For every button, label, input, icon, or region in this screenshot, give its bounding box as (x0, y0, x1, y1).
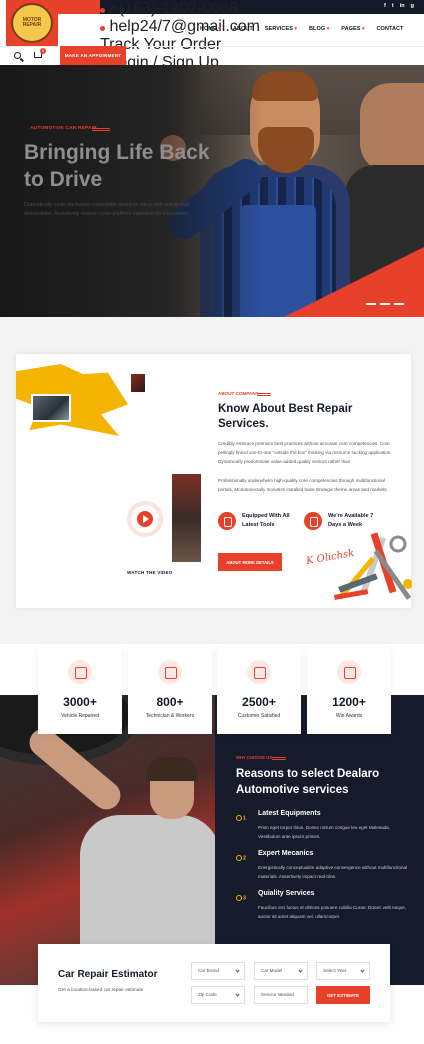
garage-thumbnail (131, 374, 145, 392)
reason-number: 2 (236, 855, 246, 861)
stat-card-technicians: 800+ Technician & Workers (128, 648, 212, 734)
reason-text: Energistically conceptualize adaptive co… (258, 865, 408, 879)
tools-icon (218, 512, 236, 530)
reason-title: Expert Mecanics (258, 850, 314, 857)
about-tag: ABOUT COMPANY (218, 391, 259, 396)
about-paragraph: Professionally underwhelm high-quality c… (218, 478, 388, 492)
estimator-title: Car Repair Estimator (58, 969, 158, 980)
nav-item-pages[interactable]: PAGES ▾ (341, 26, 364, 32)
twitter-icon[interactable]: t (392, 3, 394, 9)
reason-number: 1 (236, 815, 246, 821)
car-icon (68, 660, 92, 684)
reasons-title: Reasons to select Dealaro Automotive ser… (236, 768, 380, 796)
hero-title: Bringing Life Back to Drive (24, 141, 210, 191)
linkedin-icon[interactable]: in (400, 3, 405, 9)
search-icon[interactable] (14, 52, 21, 59)
slider-dots (366, 303, 404, 305)
zip-code-select[interactable]: Zip Code (191, 986, 245, 1004)
reason-text: Faucibus orci luctus et ultrices posuere… (258, 905, 407, 919)
logo-emblem: MOTOR REPAIR (11, 3, 53, 43)
play-video-button[interactable] (131, 505, 159, 533)
main-nav: HOME ▾ ABOUT SERVICES ▾ BLOG ▾ PAGES ▾ C… (200, 26, 403, 32)
reasons-tag: WHY CHOOSE US (236, 755, 272, 760)
tools-illustration (333, 532, 412, 600)
chevron-down-icon (298, 968, 303, 973)
nav-item-blog[interactable]: BLOG ▾ (309, 26, 329, 32)
google-icon[interactable]: g (411, 3, 414, 9)
feature-latest-tools: Equipped With All Latest Tools (218, 512, 298, 530)
service-needed-field[interactable]: Service Needed (254, 986, 308, 1004)
year-select[interactable]: Select Year (316, 962, 370, 980)
social-links: f t in g (384, 3, 414, 9)
site-logo[interactable]: MOTOR REPAIR (6, 0, 58, 46)
estimator-subtitle: Get a location-based car repair estimate (58, 988, 144, 993)
get-estimate-button[interactable]: GET ESTIMATE (316, 986, 370, 1004)
chevron-down-icon: ▾ (218, 26, 221, 32)
nav-item-services[interactable]: SERVICES ▾ (265, 26, 297, 32)
stat-card-awards: 1200+ Win Awards (307, 648, 391, 734)
clock-icon (304, 512, 322, 530)
mail-icon (100, 26, 105, 31)
stat-card-vehicles: 3000+ Vehicle Repaired (38, 648, 122, 734)
make-appointment-button[interactable]: MAKE AN APPOINMENT (60, 46, 126, 65)
chevron-down-icon: ▾ (326, 26, 330, 32)
reason-number: 3 (236, 895, 246, 901)
phone-icon (100, 8, 105, 13)
engine-image (31, 394, 71, 422)
stat-card-customers: 2500+ Customer Satisfied (217, 648, 301, 734)
facebook-icon[interactable]: f (384, 3, 386, 9)
watch-video-label[interactable]: WATCH THE VIDEO (127, 570, 173, 575)
chevron-down-icon: ▾ (294, 26, 298, 32)
car-brand-select[interactable]: Car Brand (191, 962, 245, 980)
hero-tag: AUTOMOTIVE CAR REPAIR (30, 126, 97, 131)
chevron-down-icon (235, 992, 240, 997)
estimator-card (38, 944, 390, 1022)
nav-item-home[interactable]: HOME ▾ (200, 26, 221, 32)
hero-description: Dramatically scale backward-compatible p… (24, 202, 190, 217)
trophy-icon (337, 660, 361, 684)
nav-item-about[interactable]: ABOUT (233, 26, 253, 32)
about-title: Know About Best Repair Services. (218, 403, 353, 430)
reason-title: Latest Equipments (258, 810, 321, 817)
about-paragraph: Credibly embrace premium best practices … (218, 441, 391, 464)
slider-dot[interactable] (394, 303, 404, 305)
about-more-details-button[interactable]: ABOUT MORE DETAILS (218, 553, 282, 571)
topbar-dark: +(163)-1202-0088 help24/7@gmail.com Trac… (100, 0, 424, 71)
logo-text: MOTOR REPAIR (22, 16, 42, 28)
mechanic-image (172, 474, 201, 562)
reason-title: Quiality Services (258, 890, 315, 897)
slider-dot[interactable] (380, 303, 390, 305)
cart-count-badge: 0 (40, 48, 46, 54)
mechanic-icon (158, 660, 182, 684)
phone-link[interactable]: +(163)-1202-0088 (100, 0, 424, 18)
chevron-down-icon (235, 968, 240, 973)
mechanic-tire-photo (0, 695, 215, 985)
chevron-down-icon (360, 968, 365, 973)
nav-item-contact[interactable]: CONTACT (377, 26, 404, 32)
handshake-icon (247, 660, 271, 684)
hero-banner: AUTOMOTIVE CAR REPAIR Bringing Life Back… (0, 65, 424, 317)
chevron-down-icon: ▾ (362, 26, 365, 32)
car-model-select[interactable]: Car Model (254, 962, 308, 980)
slider-dot[interactable] (366, 303, 376, 305)
reason-text: Prion eget torpor risus. Donec rutrum co… (258, 825, 391, 839)
